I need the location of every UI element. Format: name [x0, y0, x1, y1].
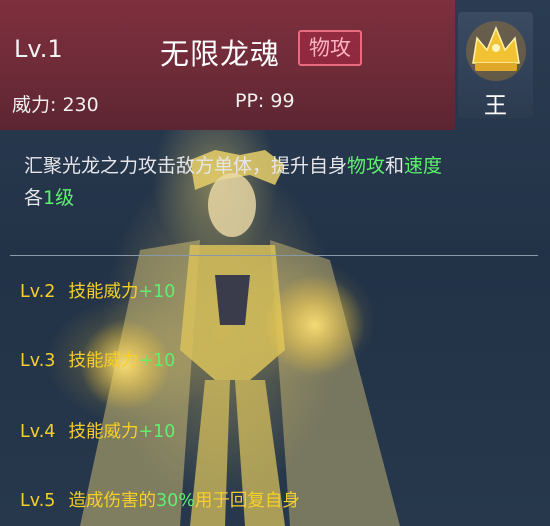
- pp-stat: PP: 99: [235, 90, 295, 112]
- power-value: 230: [62, 94, 99, 116]
- upgrade-level: Lv.4: [20, 422, 56, 442]
- skill-name: 无限龙魂: [160, 37, 281, 71]
- upgrade-bonus: +10: [138, 422, 176, 442]
- desc-text: 各: [24, 187, 44, 209]
- power-label: 威力: [12, 94, 51, 116]
- upgrade-row: Lv.3 技能威力+10: [20, 347, 175, 372]
- upgrade-row: Lv.4 技能威力+10: [20, 418, 175, 443]
- upgrade-text: 技能威力: [68, 282, 139, 302]
- upgrade-level: Lv.3: [20, 351, 56, 371]
- desc-highlight-attack: 物攻: [347, 155, 386, 177]
- skill-description: 汇聚光龙之力攻击敌方单体，提升自身物攻和速度 各1级: [24, 150, 534, 214]
- divider: [10, 255, 538, 256]
- desc-text: 和: [385, 155, 405, 177]
- skill-level: Lv.1: [14, 35, 63, 63]
- upgrade-bonus: +10: [138, 351, 176, 371]
- rank-badge: 王: [458, 12, 533, 119]
- desc-highlight-speed: 速度: [404, 155, 443, 177]
- skill-header: Lv.1 无限龙魂 物攻 威力: 230 PP: 99: [0, 0, 455, 130]
- upgrade-text: 技能威力: [68, 422, 139, 442]
- upgrade-bonus: 30%: [155, 491, 195, 511]
- rank-label: 王: [484, 93, 507, 119]
- upgrade-text: 造成伤害的: [68, 491, 156, 511]
- desc-text: 汇聚光龙之力攻击敌方单体，提升自身: [24, 155, 348, 177]
- crown-icon: [466, 21, 526, 81]
- upgrade-row: Lv.2 技能威力+10: [20, 278, 175, 303]
- upgrade-row: Lv.5 造成伤害的30%用于回复自身: [20, 487, 300, 512]
- power-stat: 威力: 230: [12, 94, 99, 116]
- upgrade-level: Lv.2: [20, 282, 56, 302]
- upgrade-bonus: +10: [138, 282, 176, 302]
- skill-type-badge: 物攻: [298, 30, 362, 66]
- upgrade-level: Lv.5: [20, 491, 56, 511]
- upgrade-text: 用于回复自身: [194, 491, 300, 511]
- pp-label: PP: [235, 90, 258, 112]
- desc-highlight-level: 1级: [43, 187, 75, 209]
- pp-value: 99: [270, 90, 295, 112]
- upgrade-text: 技能威力: [68, 351, 139, 371]
